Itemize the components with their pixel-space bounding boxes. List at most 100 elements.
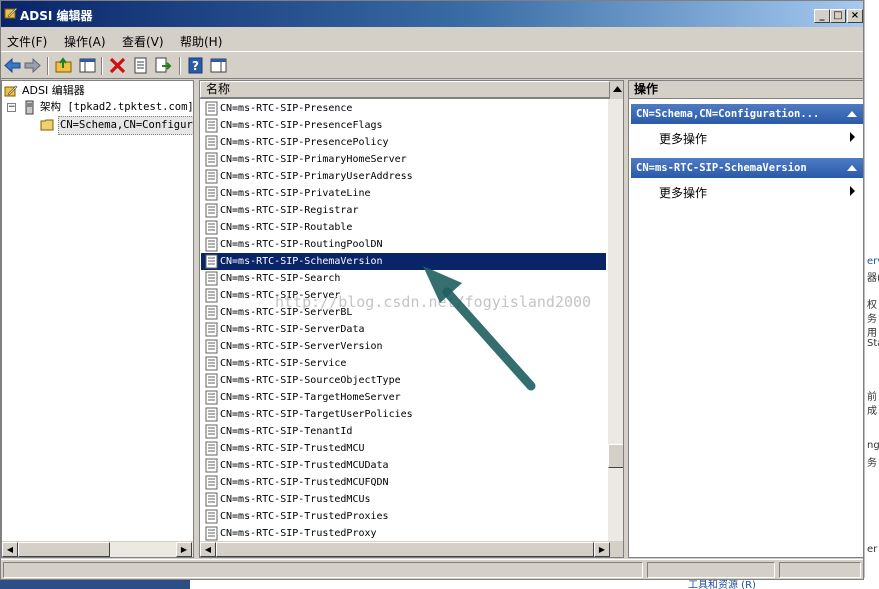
list-item[interactable]: CN=ms-RTC-SIP-TrustedMCUs xyxy=(201,491,606,508)
attribute-icon xyxy=(205,390,218,405)
maximize-button[interactable]: □ xyxy=(830,9,846,23)
list-item[interactable]: CN=ms-RTC-SIP-PresencePolicy xyxy=(201,134,606,151)
attribute-icon xyxy=(205,509,218,524)
attribute-icon xyxy=(205,458,218,473)
list-item[interactable]: CN=ms-RTC-SIP-Search xyxy=(201,270,606,287)
menu-file[interactable]: 文件(F) xyxy=(7,33,47,50)
tree-container-label: CN=Schema,CN=Configuration,DC=tpktest,DC… xyxy=(58,116,193,135)
adsi-app-icon xyxy=(4,7,18,19)
console-tree[interactable]: ADSI 编辑器 − 架构 [tpkad2.tpktest.com] CN=Sc… xyxy=(1,80,194,558)
list-item[interactable]: CN=ms-RTC-SIP-PresenceFlags xyxy=(201,117,606,134)
list-item-label: CN=ms-RTC-SIP-PrimaryHomeServer xyxy=(220,154,407,165)
action-section-schemaversion[interactable]: CN=ms-RTC-SIP-SchemaVersion xyxy=(631,158,863,178)
list-item[interactable]: CN=ms-RTC-SIP-TargetHomeServer xyxy=(201,389,606,406)
collapse-caret-icon[interactable] xyxy=(847,165,857,171)
list-item-label: CN=ms-RTC-SIP-Presence xyxy=(220,103,353,114)
list-item[interactable]: CN=ms-RTC-SIP-TrustedProxies xyxy=(201,508,606,525)
more-actions-schema[interactable]: 更多操作 xyxy=(659,130,707,147)
help-icon[interactable]: ? xyxy=(186,56,205,75)
close-button[interactable]: × xyxy=(847,9,863,23)
properties-icon[interactable] xyxy=(131,56,150,75)
attribute-icon xyxy=(205,339,218,354)
list-item[interactable]: CN=ms-RTC-SIP-TrustedMCUFQDN xyxy=(201,474,606,491)
scroll-left-button[interactable]: ◀ xyxy=(2,542,18,557)
tree-node-schema[interactable]: − 架构 [tpkad2.tpktest.com] xyxy=(2,99,193,116)
submenu-arrow-icon xyxy=(850,132,855,142)
column-sort-icon[interactable] xyxy=(610,81,623,99)
list-horizontal-scrollbar[interactable]: ◀ ▶ xyxy=(200,541,623,557)
tree-horizontal-scrollbar[interactable]: ◀ ▶ xyxy=(2,541,193,557)
list-item[interactable]: CN=ms-RTC-SIP-ServerVersion xyxy=(201,338,606,355)
toolbar-separator xyxy=(47,57,49,75)
status-cell xyxy=(779,562,861,578)
scroll-right-button[interactable]: ▶ xyxy=(176,542,192,557)
list-item-label: CN=ms-RTC-SIP-TrustedMCUs xyxy=(220,494,371,505)
list-item-label: CN=ms-RTC-SIP-PrimaryUserAddress xyxy=(220,171,413,182)
scroll-right-button[interactable]: ▶ xyxy=(594,542,610,557)
tree-node-schema-container[interactable]: CN=Schema,CN=Configuration,DC=tpktest,DC… xyxy=(2,116,193,135)
export-list-icon[interactable] xyxy=(154,56,173,75)
scroll-thumb[interactable] xyxy=(608,444,623,468)
minimize-button[interactable]: _ xyxy=(814,9,830,23)
attribute-icon xyxy=(205,475,218,490)
collapse-caret-icon[interactable] xyxy=(847,111,857,117)
list-item[interactable]: CN=ms-RTC-SIP-PrivateLine xyxy=(201,185,606,202)
list-item[interactable]: CN=ms-RTC-SIP-Registrar xyxy=(201,202,606,219)
background-text: 成 xyxy=(867,406,877,417)
list-item[interactable]: CN=ms-RTC-SIP-RoutingPoolDN xyxy=(201,236,606,253)
tree-root-label: ADSI 编辑器 xyxy=(22,84,85,97)
scroll-thumb[interactable] xyxy=(18,542,110,557)
back-icon[interactable] xyxy=(3,56,22,75)
more-actions-schemaversion[interactable]: 更多操作 xyxy=(659,184,707,201)
list-item[interactable]: CN=ms-RTC-SIP-Routable xyxy=(201,219,606,236)
result-list[interactable]: 名称 CN=ms-RTC-SIP-Presence CN=ms-RTC-SIP-P… xyxy=(199,80,624,558)
title-bar[interactable]: ADSI 编辑器 _ □ × xyxy=(1,1,863,27)
list-item[interactable]: CN=ms-RTC-SIP-ServerData xyxy=(201,321,606,338)
tree-node-root[interactable]: ADSI 编辑器 xyxy=(2,82,192,99)
delete-icon[interactable] xyxy=(108,56,127,75)
list-item[interactable]: CN=ms-RTC-SIP-SourceObjectType xyxy=(201,372,606,389)
collapse-toggle[interactable]: − xyxy=(7,103,16,112)
column-header-name[interactable]: 名称 xyxy=(200,81,610,98)
attribute-icon xyxy=(205,407,218,422)
menu-help[interactable]: 帮助(H) xyxy=(180,33,222,50)
scroll-left-button[interactable]: ◀ xyxy=(200,542,216,557)
watermark-text: http://blog.csdn.net/fogyisland2000 xyxy=(275,293,592,311)
list-item[interactable]: CN=ms-RTC-SIP-PrimaryUserAddress xyxy=(201,168,606,185)
up-folder-icon[interactable] xyxy=(54,56,73,75)
menu-view[interactable]: 查看(V) xyxy=(122,33,164,50)
list-item[interactable]: CN=ms-RTC-SIP-SchemaVersion xyxy=(201,253,606,270)
list-item[interactable]: CN=ms-RTC-SIP-TrustedMCU xyxy=(201,440,606,457)
list-item-label: CN=ms-RTC-SIP-TrustedMCU xyxy=(220,443,365,454)
background-text: 务 xyxy=(867,458,877,469)
list-item-label: CN=ms-RTC-SIP-SourceObjectType xyxy=(220,375,401,386)
forward-icon[interactable] xyxy=(23,56,42,75)
list-vertical-scrollbar[interactable] xyxy=(608,99,623,543)
attribute-icon xyxy=(205,288,218,303)
action-section-schema[interactable]: CN=Schema,CN=Configuration... xyxy=(631,104,863,124)
action-section-title: CN=ms-RTC-SIP-SchemaVersion xyxy=(636,162,807,174)
list-item[interactable]: CN=ms-RTC-SIP-TrustedMCUData xyxy=(201,457,606,474)
background-text: 器( xyxy=(867,273,879,284)
show-action-pane-icon[interactable] xyxy=(209,56,228,75)
toolbar-separator xyxy=(101,57,103,75)
attribute-icon xyxy=(205,424,218,439)
list-item[interactable]: CN=ms-RTC-SIP-TenantId xyxy=(201,423,606,440)
list-item[interactable]: CN=ms-RTC-SIP-TrustedProxy xyxy=(201,525,606,542)
background-text: ng xyxy=(867,440,879,451)
scroll-thumb[interactable] xyxy=(216,542,594,557)
list-item[interactable]: CN=ms-RTC-SIP-PrimaryHomeServer xyxy=(201,151,606,168)
list-item-label: CN=ms-RTC-SIP-TrustedProxies xyxy=(220,511,389,522)
attribute-icon xyxy=(205,373,218,388)
submenu-arrow-icon xyxy=(850,186,855,196)
adsi-root-icon xyxy=(4,85,18,97)
menu-action[interactable]: 操作(A) xyxy=(64,33,106,50)
list-item[interactable]: CN=ms-RTC-SIP-TargetUserPolicies xyxy=(201,406,606,423)
list-item-label: CN=ms-RTC-SIP-SchemaVersion xyxy=(220,256,383,267)
list-item-label: CN=ms-RTC-SIP-Search xyxy=(220,273,341,284)
show-hide-tree-icon[interactable] xyxy=(78,56,97,75)
action-pane: 操作 CN=Schema,CN=Configuration... 更多操作 CN… xyxy=(628,80,864,558)
list-item[interactable]: CN=ms-RTC-SIP-Presence xyxy=(201,100,606,117)
list-item[interactable]: CN=ms-RTC-SIP-Service xyxy=(201,355,606,372)
attribute-icon xyxy=(205,135,218,150)
